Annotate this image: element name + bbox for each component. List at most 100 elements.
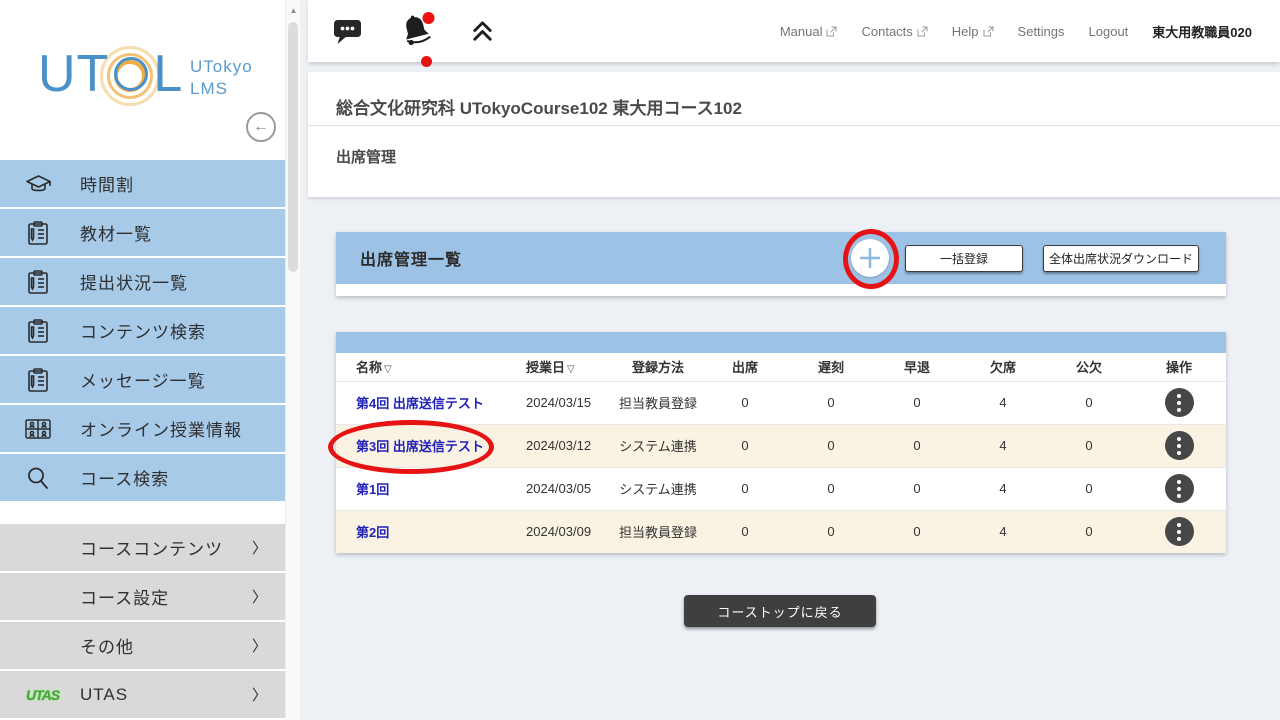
download-all-attendance-button[interactable]: 全体出席状況ダウンロード (1043, 245, 1199, 272)
attendance-record-link[interactable]: 第4回 出席送信テスト (356, 396, 484, 411)
nav-link-manual[interactable]: Manual (780, 24, 838, 39)
early-leave-count: 0 (874, 467, 960, 510)
attendance-record-link[interactable]: 第2回 (356, 525, 389, 540)
top-navigation: Manual Contacts Help Settings Logout 東大用… (780, 22, 1252, 41)
sidebar-group-course-settings[interactable]: コース設定 〉 (0, 573, 285, 620)
column-header-late: 遅刻 (788, 353, 874, 381)
row-actions-kebab-button[interactable] (1165, 431, 1194, 460)
course-search-icon (24, 464, 52, 492)
content-search-icon (24, 317, 52, 345)
user-name[interactable]: 東大用教職員020 (1152, 22, 1252, 41)
notification-badge (423, 12, 435, 24)
present-count: 0 (702, 424, 788, 467)
sidebar-scrollbar[interactable]: ▲ (285, 0, 300, 720)
sidebar-group-label: UTAS (80, 685, 128, 705)
early-leave-count: 0 (874, 510, 960, 553)
sidebar-item-label: 提出状況一覧 (80, 269, 188, 294)
sidebar-group-course-contents[interactable]: コースコンテンツ 〉 (0, 524, 285, 571)
sidebar-item-course-search[interactable]: コース検索 (0, 454, 285, 501)
notification-bell-icon[interactable] (398, 11, 436, 51)
column-header-method: 登録方法 (614, 353, 702, 381)
attendance-list-header: 出席管理一覧 一括登録 全体出席状況ダウンロード (336, 232, 1226, 284)
attendance-record-link[interactable]: 第1回 (356, 482, 389, 497)
sidebar-collapse-button[interactable]: ← (246, 112, 276, 142)
scrollbar-thumb[interactable] (288, 22, 298, 272)
row-actions-kebab-button[interactable] (1165, 388, 1194, 417)
collapse-topbar-icon[interactable] (470, 19, 495, 44)
table-row: 第2回 2024/03/09 担当教員登録 0 0 0 4 0 (336, 510, 1226, 553)
column-header-early-leave: 早退 (874, 353, 960, 381)
chevron-right-icon: 〉 (252, 684, 267, 705)
column-header-present: 出席 (702, 353, 788, 381)
sidebar-item-label: メッセージ一覧 (80, 367, 206, 392)
attendance-list-title: 出席管理一覧 (360, 246, 462, 270)
sidebar-group-label: コース設定 (80, 584, 169, 609)
sort-icon: ▽ (567, 364, 575, 375)
course-title: 総合文化研究科 UTokyoCourse102 東大用コース102 (336, 94, 742, 119)
sidebar-item-label: コース検索 (80, 465, 169, 490)
column-header-excused: 公欠 (1046, 353, 1132, 381)
column-header-date[interactable]: 授業日▽ (526, 353, 614, 381)
present-count: 0 (702, 381, 788, 424)
sidebar-item-online-class[interactable]: オンライン授業情報 (0, 405, 285, 452)
attendance-table-panel: 名称▽ 授業日▽ 登録方法 出席 遅刻 早退 欠席 公欠 操作 第4回 出席送信… (336, 332, 1226, 553)
arrow-left-icon: ← (253, 118, 269, 136)
utas-logo-icon: UTAS (26, 687, 59, 703)
class-date: 2024/03/09 (526, 510, 614, 553)
add-attendance-button[interactable] (851, 239, 889, 277)
nav-link-logout[interactable]: Logout (1089, 24, 1129, 39)
nav-link-help[interactable]: Help (952, 24, 994, 39)
column-header-name[interactable]: 名称▽ (336, 353, 526, 381)
external-link-icon (826, 26, 837, 37)
table-row: 第4回 出席送信テスト 2024/03/15 担当教員登録 0 0 0 4 0 (336, 381, 1226, 424)
logo-subtitle-1: UTokyo (190, 56, 253, 78)
register-method: システム連携 (614, 467, 702, 510)
attendance-record-link[interactable]: 第3回 出席送信テスト (356, 439, 484, 454)
table-row: 第1回 2024/03/05 システム連携 0 0 0 4 0 (336, 467, 1226, 510)
nav-link-settings[interactable]: Settings (1018, 24, 1065, 39)
chevron-right-icon: 〉 (252, 635, 267, 656)
sidebar-group-utas[interactable]: UTAS UTAS 〉 (0, 671, 285, 718)
sidebar-item-messages[interactable]: メッセージ一覧 (0, 356, 285, 403)
course-header-panel: 総合文化研究科 UTokyoCourse102 東大用コース102 出席管理 (308, 72, 1280, 197)
register-method: システム連携 (614, 424, 702, 467)
late-count: 0 (788, 424, 874, 467)
row-actions-kebab-button[interactable] (1165, 474, 1194, 503)
sidebar-item-label: 時間割 (80, 171, 134, 196)
sidebar-group-label: その他 (80, 633, 134, 658)
bulk-register-button[interactable]: 一括登録 (905, 245, 1023, 272)
nav-link-contacts[interactable]: Contacts (861, 24, 927, 39)
submissions-icon (24, 268, 52, 296)
absent-count: 4 (960, 467, 1046, 510)
attendance-list-panel: 出席管理一覧 一括登録 全体出席状況ダウンロード (336, 232, 1226, 296)
late-count: 0 (788, 510, 874, 553)
table-header-row: 名称▽ 授業日▽ 登録方法 出席 遅刻 早退 欠席 公欠 操作 (336, 353, 1226, 381)
sidebar-group-others[interactable]: その他 〉 (0, 622, 285, 669)
chat-icon[interactable] (333, 17, 364, 45)
sidebar: UTL UTokyo LMS ← 時間割 教材一覧 提出状況一覧 (0, 0, 285, 720)
back-to-course-top-button[interactable]: コーストップに戻る (684, 595, 876, 627)
external-link-icon (917, 26, 928, 37)
page-title: 出席管理 (336, 146, 396, 167)
scrollbar-up-arrow-icon[interactable]: ▲ (286, 6, 301, 15)
column-header-absent: 欠席 (960, 353, 1046, 381)
sidebar-item-materials[interactable]: 教材一覧 (0, 209, 285, 256)
materials-icon (24, 219, 52, 247)
sidebar-item-content-search[interactable]: コンテンツ検索 (0, 307, 285, 354)
register-method: 担当教員登録 (614, 510, 702, 553)
absent-count: 4 (960, 510, 1046, 553)
sort-icon: ▽ (384, 364, 392, 375)
divider (308, 125, 1280, 126)
sidebar-menu: 時間割 教材一覧 提出状況一覧 コンテンツ検索 メッセージ一覧 (0, 160, 285, 503)
utol-logo: UTL UTokyo LMS (38, 42, 183, 112)
excused-count: 0 (1046, 381, 1132, 424)
logo-letter: L (153, 44, 183, 104)
sidebar-groups: コースコンテンツ 〉 コース設定 〉 その他 〉 UTAS UTAS 〉 (0, 524, 285, 720)
logo-subtitle-2: LMS (190, 78, 253, 100)
table-row: 第3回 出席送信テスト 2024/03/12 システム連携 0 0 0 4 0 (336, 424, 1226, 467)
sidebar-item-submissions[interactable]: 提出状況一覧 (0, 258, 285, 305)
sidebar-item-label: 教材一覧 (80, 220, 152, 245)
sidebar-item-timetable[interactable]: 時間割 (0, 160, 285, 207)
row-actions-kebab-button[interactable] (1165, 517, 1194, 546)
logo-o-icon (114, 57, 148, 91)
